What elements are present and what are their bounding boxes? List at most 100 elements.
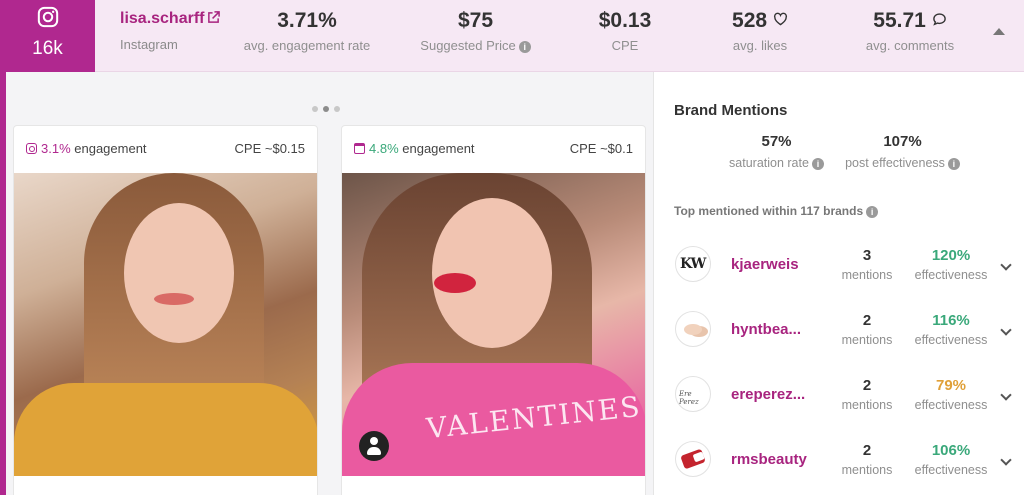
follower-count: 16k (32, 38, 63, 59)
saturation-rate-metric: 57% saturation rate i (724, 133, 829, 170)
top-mentioned-label-wrap: Top mentioned within 117 brands i (674, 204, 879, 218)
platform-tile[interactable]: 16k (0, 0, 95, 72)
heart-icon (773, 12, 787, 26)
brand-logo: KW (675, 246, 711, 282)
post-cpe: CPE ~$0.15 (234, 141, 305, 156)
stat-value-wrap: 55.71 (860, 8, 960, 34)
external-link-icon[interactable] (207, 11, 221, 24)
stat-value: 55.71 (873, 9, 926, 32)
metric-label: saturation rate (729, 156, 809, 170)
engagement-pct: 4.8% (369, 141, 399, 156)
engagement-label: engagement (402, 141, 475, 156)
info-icon[interactable]: i (947, 158, 960, 170)
brand-name[interactable]: ereperez... (731, 386, 805, 403)
post-image[interactable]: VALENTINES (342, 173, 645, 476)
post-effectiveness-metric: 107% post effectiveness i (840, 133, 965, 170)
stat-label: Suggested Price (420, 38, 516, 53)
stat-cpe: $0.13 CPE (590, 8, 660, 53)
post-image[interactable] (14, 173, 317, 476)
brand-effectiveness: 79% effectiveness (910, 377, 992, 412)
stat-suggested-price: $75 Suggested Price i (418, 8, 533, 53)
stat-avg-likes: 528 avg. likes (720, 8, 800, 53)
effectiveness-label: effectiveness (914, 398, 988, 412)
brand-mentions: 3 mentions (832, 247, 902, 282)
stat-avg-comments: 55.71 avg. comments (860, 8, 960, 53)
post-engagement: 3.1% engagement (26, 141, 147, 156)
post-header: 4.8% engagement CPE ~$0.1 (342, 126, 645, 172)
stat-label: CPE (611, 38, 639, 53)
profile-header: 16k lisa.scharff Instagram 3.71% avg. en… (0, 0, 1024, 72)
post-card[interactable]: 3.1% engagement CPE ~$0.15 (13, 125, 318, 495)
brand-name[interactable]: hyntbea... (731, 321, 801, 338)
stat-value: $0.13 (598, 9, 652, 32)
collapse-arrow-icon[interactable] (993, 28, 1005, 35)
brand-effectiveness: 120% effectiveness (910, 247, 992, 282)
metric-value: 107% (883, 133, 922, 150)
stat-label: avg. likes (732, 38, 788, 53)
brand-row[interactable]: Ere Perez ereperez... 2 mentions 79% eff… (654, 376, 1024, 436)
photo-detail (124, 203, 234, 343)
panel-title: Brand Mentions (674, 102, 788, 119)
brand-mentions: 2 mentions (832, 377, 902, 412)
chevron-down-icon[interactable] (1000, 259, 1012, 271)
post-card[interactable]: 4.8% engagement CPE ~$0.1 VALENTINES (341, 125, 646, 495)
carousel-dot[interactable] (312, 106, 318, 112)
platform-label: Instagram (120, 37, 178, 52)
metric-value: 57% (761, 133, 792, 150)
mentions-label: mentions (841, 333, 893, 347)
chevron-down-icon[interactable] (1000, 324, 1012, 336)
photo-detail (434, 273, 476, 293)
info-icon[interactable]: i (811, 158, 824, 170)
metric-label-wrap: saturation rate i (724, 156, 829, 170)
stat-engagement: 3.71% avg. engagement rate (242, 8, 372, 53)
chevron-down-icon[interactable] (1000, 454, 1012, 466)
engagement-pct: 3.1% (41, 141, 71, 156)
carousel-dot[interactable] (334, 106, 340, 112)
post-header: 3.1% engagement CPE ~$0.15 (14, 126, 317, 172)
effectiveness-value: 120% (931, 247, 971, 264)
effectiveness-value: 116% (932, 312, 970, 329)
stat-value-wrap: 528 (720, 8, 800, 34)
brand-name[interactable]: kjaerweis (731, 256, 799, 273)
mentions-count: 3 (862, 247, 872, 264)
mentions-count: 2 (862, 377, 872, 394)
brand-row[interactable]: hyntbea... 2 mentions 116% effectiveness (654, 311, 1024, 371)
brand-logo (675, 441, 711, 477)
mentions-count: 2 (862, 442, 872, 459)
brand-effectiveness: 106% effectiveness (910, 442, 992, 477)
top-mentioned-label: Top mentioned within 117 brands (674, 204, 864, 218)
brand-row[interactable]: rmsbeauty 2 mentions 106% effectiveness (654, 441, 1024, 495)
effectiveness-value: 79% (935, 377, 967, 394)
post-engagement: 4.8% engagement (354, 141, 475, 156)
metric-label-wrap: post effectiveness i (840, 156, 965, 170)
instagram-icon (26, 143, 37, 154)
brand-mentions-panel: Brand Mentions 57% saturation rate i 107%… (653, 72, 1024, 495)
stat-label: avg. engagement rate (243, 38, 371, 53)
effectiveness-value: 106% (931, 442, 971, 459)
brand-logo: Ere Perez (675, 376, 711, 412)
brand-row[interactable]: KW kjaerweis 3 mentions 120% effectivene… (654, 246, 1024, 306)
metric-label: post effectiveness (845, 156, 945, 170)
stat-value: 3.71% (277, 9, 337, 32)
brand-mentions: 2 mentions (832, 442, 902, 477)
profile-handle-block: lisa.scharff Instagram (120, 10, 221, 52)
brand-name[interactable]: rmsbeauty (731, 451, 807, 468)
stat-label-wrap: Suggested Price i (418, 38, 533, 53)
photo-detail (14, 383, 317, 476)
stat-label: avg. comments (865, 38, 955, 53)
mentions-label: mentions (841, 463, 893, 477)
photo-detail (154, 293, 194, 305)
instagram-icon (37, 6, 59, 28)
stat-value: 528 (732, 9, 768, 32)
calendar-icon (354, 143, 365, 154)
info-icon[interactable]: i (518, 41, 531, 53)
info-icon[interactable]: i (866, 206, 879, 218)
comment-icon (932, 13, 946, 26)
profile-handle-link[interactable]: lisa.scharff (120, 10, 204, 28)
effectiveness-label: effectiveness (914, 463, 988, 477)
brand-logo (675, 311, 711, 347)
user-icon[interactable] (359, 431, 389, 461)
stat-value: $75 (457, 9, 494, 32)
chevron-down-icon[interactable] (1000, 389, 1012, 401)
carousel-dot-active[interactable] (323, 106, 329, 112)
